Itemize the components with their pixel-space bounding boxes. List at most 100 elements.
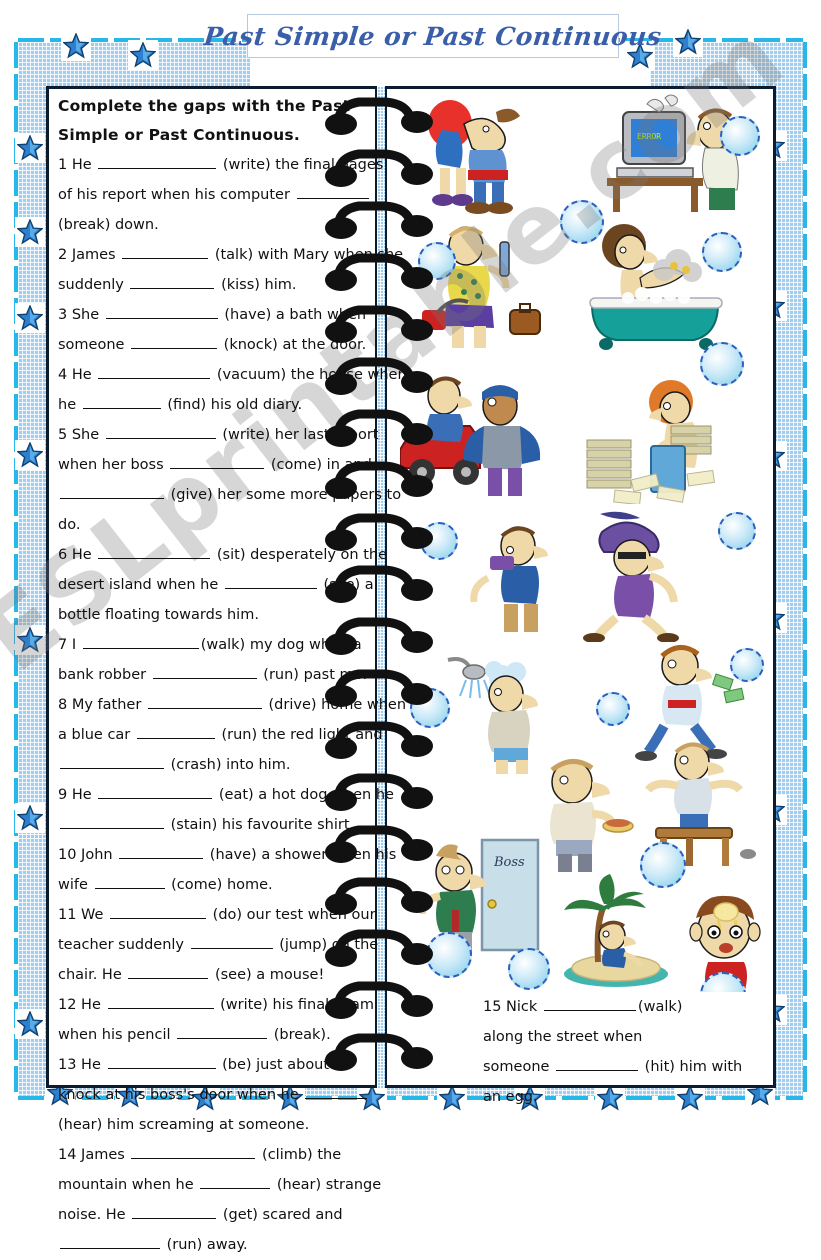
answer-blank[interactable] — [98, 365, 211, 379]
answer-blank[interactable] — [130, 275, 215, 289]
exercise-line: 3 She (have) a bath when — [58, 300, 378, 330]
sentence-text: (sit) desperately on the — [212, 547, 388, 563]
answer-blank[interactable] — [60, 1235, 160, 1249]
sentence-text: 3 She — [58, 307, 104, 323]
answer-blank[interactable] — [200, 1175, 271, 1189]
exercise-15-line: an egg. — [483, 1082, 763, 1112]
sentence-text: (run) away. — [162, 1237, 248, 1253]
sentence-text: (hear) strange — [272, 1177, 382, 1193]
answer-blank[interactable] — [60, 755, 164, 769]
sentence-text: (kiss) him. — [216, 277, 297, 293]
sentence-text: (hit) him with — [640, 1059, 743, 1075]
sentence-text: someone — [58, 337, 130, 353]
sentence-text: (give) her some more papers to — [166, 487, 402, 503]
answer-blank[interactable] — [224, 575, 317, 589]
exercise-15-line: along the street when — [483, 1022, 763, 1052]
answer-blank[interactable] — [177, 1025, 268, 1039]
answer-blank[interactable] — [98, 785, 213, 799]
answer-blank[interactable] — [131, 335, 218, 349]
answer-blank[interactable] — [94, 875, 165, 889]
worksheet-title-box: Past Simple or Past Continuous — [203, 14, 663, 58]
answer-blank[interactable] — [170, 455, 265, 469]
exercise-line: 1 He (write) the final pages — [58, 150, 383, 180]
sentence-text: (write) the final pages — [218, 157, 384, 173]
answer-blank[interactable] — [131, 1145, 256, 1159]
answer-blank[interactable] — [98, 545, 211, 559]
exercise-line: (crash) into him. — [58, 750, 378, 780]
answer-blank[interactable] — [82, 635, 199, 649]
answer-blank[interactable] — [147, 695, 262, 709]
decorative-bubble — [720, 116, 760, 156]
sentence-text: 14 James — [58, 1147, 130, 1163]
answer-blank[interactable] — [136, 725, 215, 739]
answer-blank[interactable] — [60, 815, 164, 829]
sentence-text: (walk) my dog when a — [200, 637, 362, 653]
sentence-text: desert island when he — [58, 577, 223, 593]
sentence-text: do. — [58, 517, 81, 533]
exercise-line: suddenly (kiss) him. — [58, 270, 378, 300]
sentence-text: (talk) with Mary when she — [210, 247, 404, 263]
answer-blank[interactable] — [122, 245, 209, 259]
sentence-text: 6 He — [58, 547, 97, 563]
blue-star-icon — [15, 303, 45, 333]
sentence-text: teacher suddenly — [58, 937, 189, 953]
blue-star-icon — [15, 217, 45, 247]
sentence-text: noise. He — [58, 1207, 131, 1223]
exercise-line: bank robber (run) past me. — [58, 660, 378, 690]
exercise-line: 2 James (talk) with Mary when she — [58, 240, 403, 270]
answer-blank[interactable] — [305, 1085, 368, 1099]
sentence-text: chair. He — [58, 967, 127, 983]
sentence-text: (run) past me. — [258, 667, 368, 683]
exercise-line: of his report when his computer — [58, 180, 378, 210]
answer-blank[interactable] — [190, 935, 273, 949]
answer-blank[interactable] — [556, 1057, 639, 1071]
exercise-line: he (find) his old diary. — [58, 390, 378, 420]
answer-blank[interactable] — [82, 395, 161, 409]
answer-blank[interactable] — [110, 905, 207, 919]
exercise-column-left: Complete the gaps with the Past Simple or… — [58, 92, 407, 1260]
answer-blank[interactable] — [128, 965, 209, 979]
answer-blank[interactable] — [152, 665, 257, 679]
sentence-text: 8 My father — [58, 697, 146, 713]
sentence-text: of his report when his computer — [58, 187, 295, 203]
sentence-text: (drive) home when — [263, 697, 407, 713]
answer-blank[interactable] — [132, 1205, 217, 1219]
page-title: Past Simple or Past Continuous — [202, 21, 664, 51]
answer-blank[interactable] — [107, 1055, 216, 1069]
accent-line-right — [803, 42, 807, 1096]
exercise-line: wife (come) home. — [58, 870, 378, 900]
answer-blank[interactable] — [98, 155, 217, 169]
exercise-line: 4 He (vacuum) the house when — [58, 360, 407, 390]
sentence-text: 15 Nick — [483, 999, 542, 1015]
sentence-text: (write) her last report — [217, 427, 379, 443]
exercise-line: 12 He (write) his final exam — [58, 990, 378, 1020]
exercise-line: 11 We (do) our test when our — [58, 900, 378, 930]
sentence-text: along the street when — [483, 1029, 643, 1045]
answer-blank[interactable] — [105, 425, 216, 439]
sentence-text: (jump) on the — [274, 937, 379, 953]
sentence-text: (walk) — [637, 999, 683, 1015]
decorative-bubble — [702, 232, 742, 272]
sentence-text: (stain) his favourite shirt. — [166, 817, 355, 833]
sentence-text: (see) a mouse! — [210, 967, 325, 983]
sentence-text: bottle floating towards him. — [58, 607, 259, 623]
sentence-text: (knock) at the door. — [219, 337, 367, 353]
decorative-bubble — [718, 512, 756, 550]
exercise-line: 9 He (eat) a hot dog when he — [58, 780, 394, 810]
answer-blank[interactable] — [296, 185, 369, 199]
sentence-text: 1 He — [58, 157, 97, 173]
answer-blank[interactable] — [119, 845, 204, 859]
answer-blank[interactable] — [60, 485, 164, 499]
woman-papers-boss-figure — [586, 380, 715, 504]
exercise-line: a blue car (run) the red light and — [58, 720, 383, 750]
answer-blank[interactable] — [105, 305, 218, 319]
man-computer-breaking-figure: ERROR — [607, 94, 739, 212]
answer-blank[interactable] — [107, 995, 214, 1009]
sentence-text: (get) scared and — [218, 1207, 343, 1223]
clipart-panel: ERROR Boss — [400, 92, 768, 992]
sentence-text: (break). — [269, 1027, 331, 1043]
sentence-text: someone — [483, 1059, 555, 1075]
exercise-line: 13 He (be) just about to — [58, 1050, 378, 1080]
answer-blank[interactable] — [543, 997, 636, 1011]
exercise-15-line: 15 Nick (walk) — [483, 992, 763, 1022]
